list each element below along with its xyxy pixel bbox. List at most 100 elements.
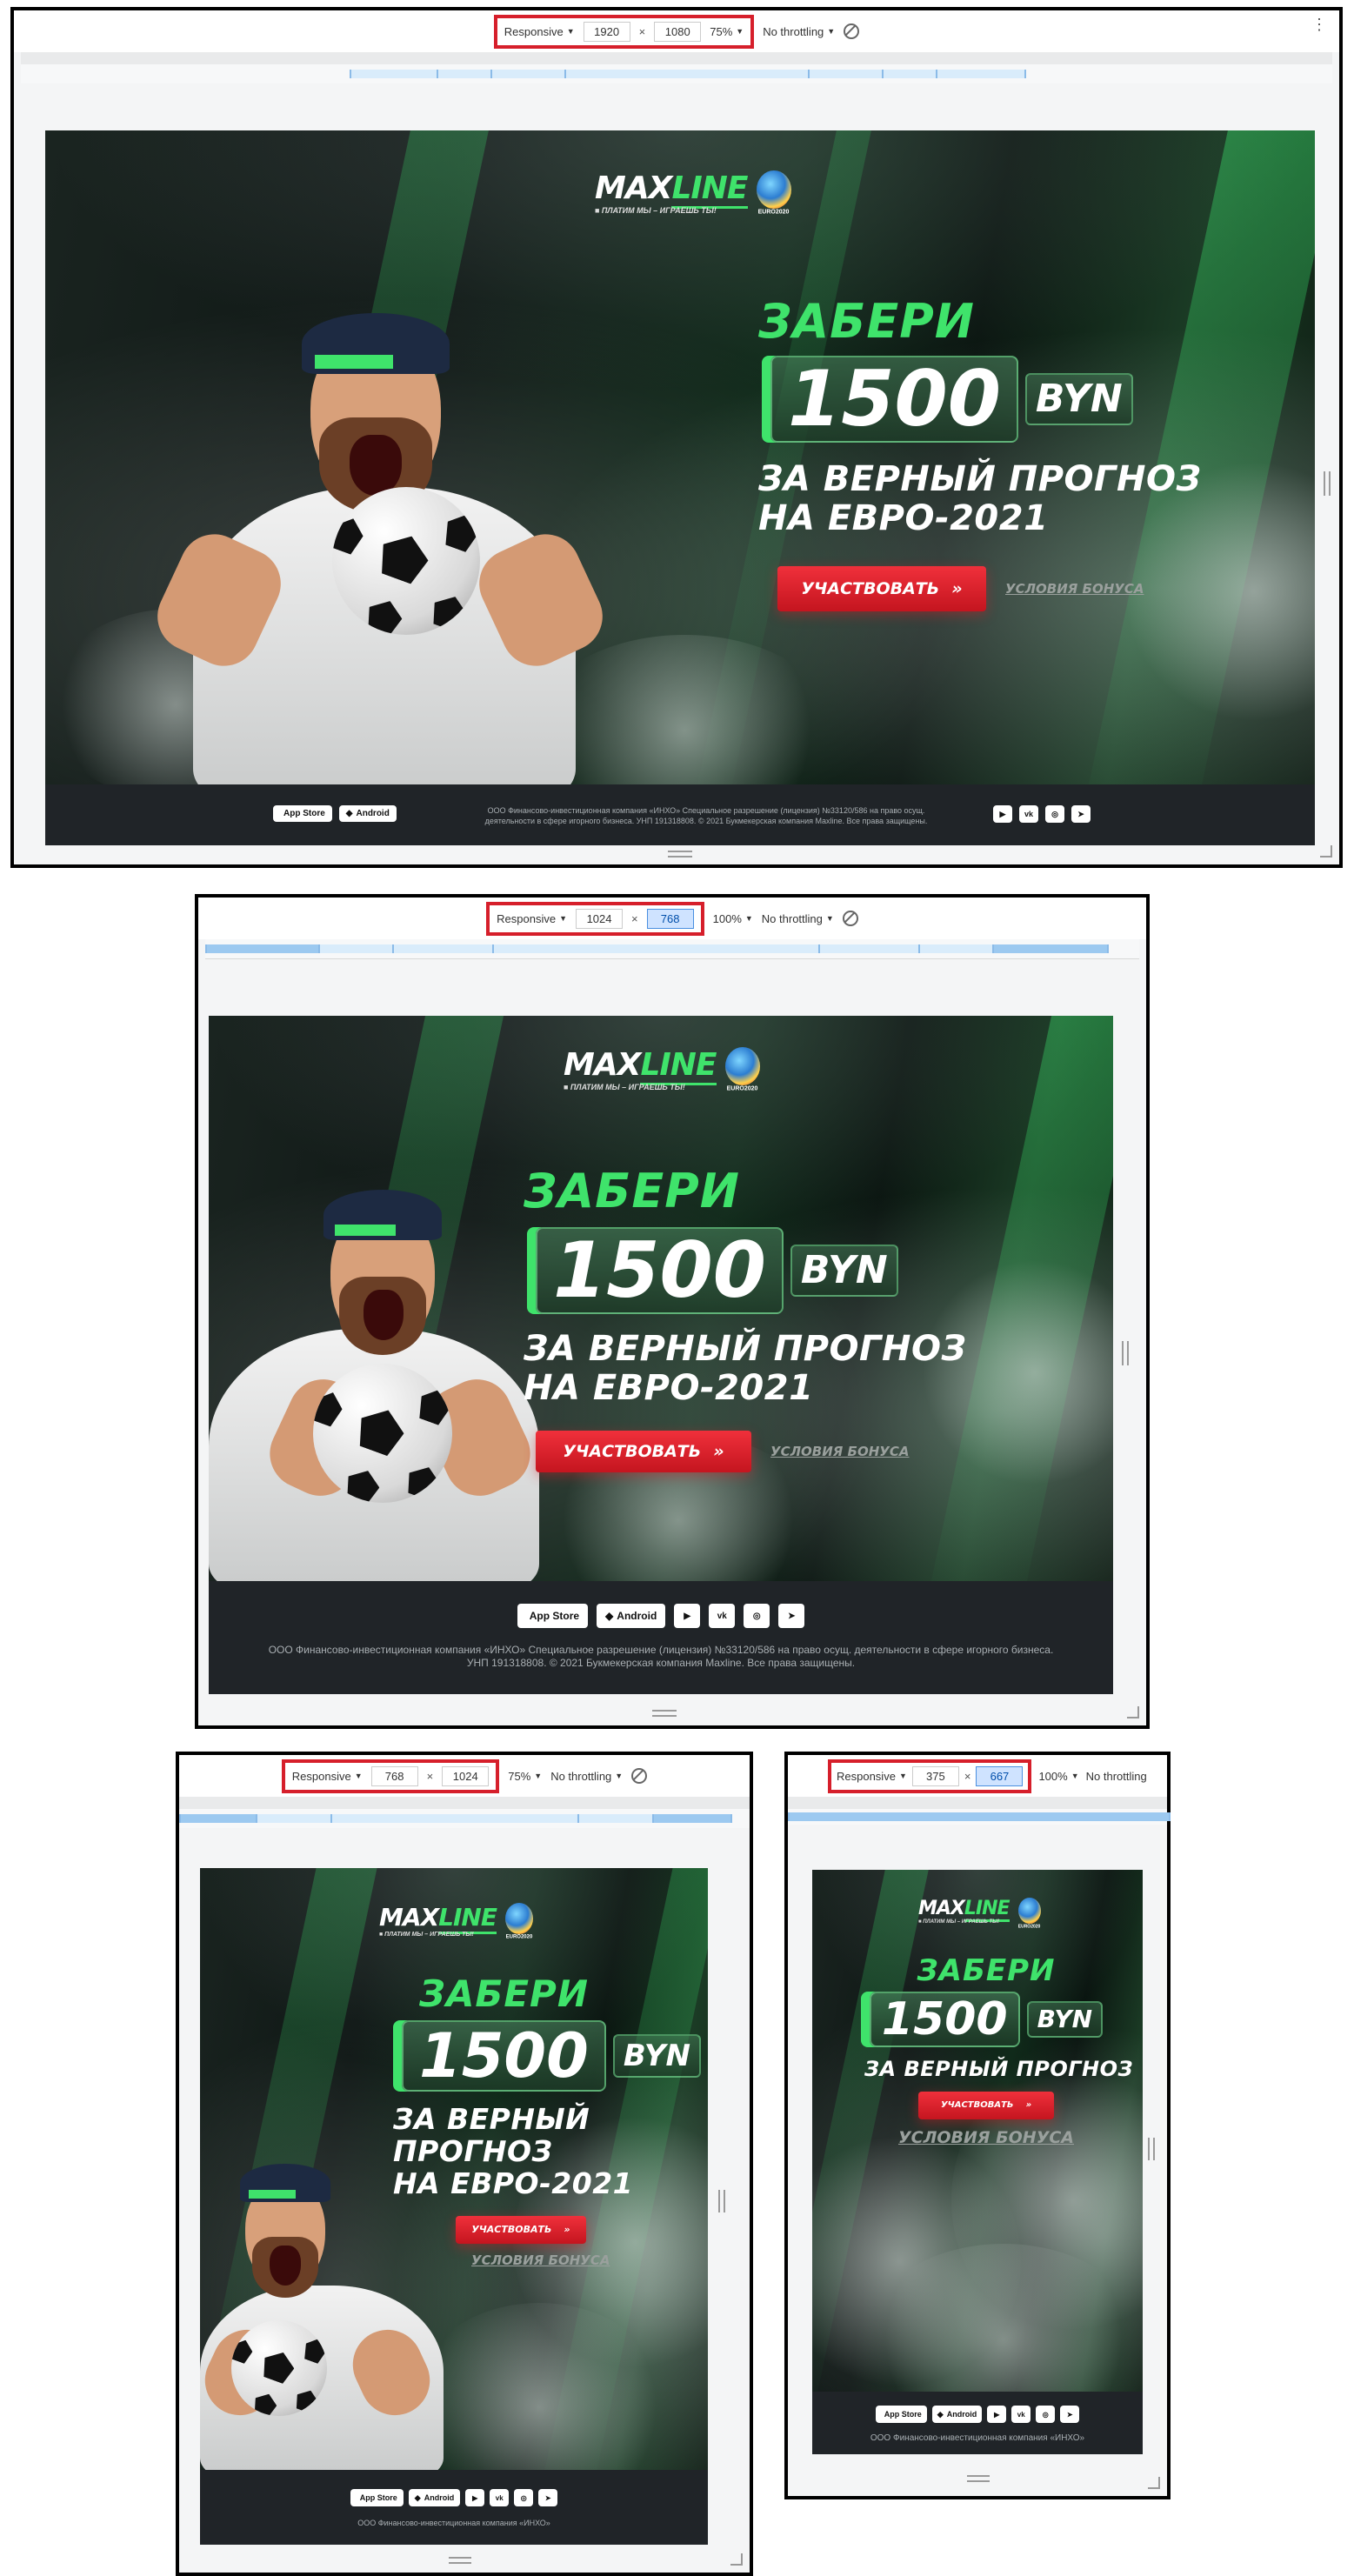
instagram-icon[interactable]: ◎ xyxy=(744,1604,770,1628)
rotate-icon[interactable] xyxy=(631,1768,648,1784)
resize-corner-icon[interactable] xyxy=(1127,1706,1139,1718)
resize-corner-icon[interactable] xyxy=(730,2553,743,2566)
bonus-terms-link[interactable]: УСЛОВИЯ БОНУСА xyxy=(1005,581,1144,597)
vk-icon[interactable]: vk xyxy=(1011,2406,1031,2423)
telegram-icon[interactable]: ➤ xyxy=(1071,805,1091,823)
breakpoint-segment[interactable] xyxy=(256,1814,334,1823)
zoom-dropdown[interactable]: 75% ▼ xyxy=(508,1770,542,1783)
breakpoint-segment[interactable] xyxy=(392,944,496,953)
legal-text-line2: деятельности в сфере игорного бизнеса. У… xyxy=(484,817,928,825)
resize-handle-right[interactable] xyxy=(1324,471,1331,496)
telegram-icon[interactable]: ➤ xyxy=(778,1604,805,1628)
height-input[interactable]: 768 xyxy=(646,908,694,929)
resize-handle-bottom[interactable] xyxy=(652,1710,677,1717)
breakpoint-segment[interactable] xyxy=(936,70,1026,78)
device-mode-dropdown[interactable]: Responsive ▼ xyxy=(292,1770,363,1783)
breakpoint-segment[interactable] xyxy=(577,1814,656,1823)
breakpoint-segment[interactable] xyxy=(179,1814,259,1823)
device-mode-dropdown[interactable]: Responsive ▼ xyxy=(497,912,567,925)
breakpoint-segment[interactable] xyxy=(437,70,494,78)
android-button[interactable]: ◆ Android xyxy=(597,1604,666,1628)
android-button[interactable]: ◆ Android xyxy=(338,805,397,822)
width-input[interactable]: 1920 xyxy=(583,21,630,42)
breakpoint-segment[interactable] xyxy=(318,944,396,953)
android-button[interactable]: ◆ Android xyxy=(408,2489,461,2506)
youtube-icon[interactable]: ▶ xyxy=(987,2406,1007,2423)
participate-button[interactable]: УЧАСТВОВАТЬ » xyxy=(456,2215,586,2244)
throttling-dropdown[interactable]: No throttling ▼ xyxy=(762,912,834,925)
resize-handle-right[interactable] xyxy=(718,2190,725,2212)
throttling-dropdown[interactable]: No throttling xyxy=(1086,1770,1147,1783)
app-store-button[interactable]: App Store xyxy=(273,805,332,822)
resize-handle-right[interactable] xyxy=(1122,1341,1129,1365)
participate-button[interactable]: УЧАСТВОВАТЬ » xyxy=(536,1430,751,1472)
resize-corner-icon[interactable] xyxy=(1320,845,1332,858)
throttling-dropdown[interactable]: No throttling ▼ xyxy=(763,25,835,38)
device-mode-dropdown[interactable]: Responsive ▼ xyxy=(504,25,575,38)
breakpoint-segment[interactable] xyxy=(818,944,922,953)
height-input[interactable]: 1024 xyxy=(442,1765,490,1786)
cta-label: УЧАСТВОВАТЬ xyxy=(563,1441,702,1461)
brand-max: MAX xyxy=(379,1903,439,1932)
width-input[interactable]: 1024 xyxy=(576,908,624,929)
breakpoint-segment[interactable] xyxy=(788,1812,1171,1821)
breakpoint-segment[interactable] xyxy=(918,944,996,953)
vk-icon[interactable]: vk xyxy=(1019,805,1038,823)
breakpoint-segment[interactable] xyxy=(808,70,885,78)
breakpoint-segment[interactable] xyxy=(652,1814,732,1823)
height-input[interactable]: 1080 xyxy=(654,21,702,42)
dropdown-arrow-icon: ▼ xyxy=(534,1772,543,1780)
bonus-terms-link[interactable]: УСЛОВИЯ БОНУСА xyxy=(864,2128,1108,2147)
breakpoint-segment[interactable] xyxy=(490,70,568,78)
amount-row: 1500 BYN xyxy=(536,1227,966,1314)
width-input[interactable]: 375 xyxy=(911,1765,959,1786)
zoom-dropdown[interactable]: 75% ▼ xyxy=(710,25,744,38)
android-label: Android xyxy=(946,2410,977,2419)
throttling-dropdown[interactable]: No throttling ▼ xyxy=(550,1770,623,1783)
device-mode-dropdown[interactable]: Responsive ▼ xyxy=(837,1770,907,1783)
android-button[interactable]: ◆ Android xyxy=(931,2406,983,2423)
resize-handle-bottom[interactable] xyxy=(967,2475,990,2482)
breakpoint-segment[interactable] xyxy=(564,70,811,78)
youtube-icon[interactable]: ▶ xyxy=(993,805,1012,823)
telegram-icon[interactable]: ➤ xyxy=(1060,2406,1080,2423)
breakpoint-segment[interactable] xyxy=(992,944,1109,953)
telegram-icon[interactable]: ➤ xyxy=(538,2489,558,2506)
throttling-label: No throttling xyxy=(1085,1769,1147,1783)
chevron-right-icon: » xyxy=(1025,2100,1032,2111)
zoom-label: 75% xyxy=(710,24,733,38)
breakpoint-segment[interactable] xyxy=(492,944,822,953)
resize-handle-bottom[interactable] xyxy=(668,851,692,858)
app-store-button[interactable]: App Store xyxy=(350,2489,404,2506)
bonus-terms-link[interactable]: УСЛОВИЯ БОНУСА xyxy=(770,1444,909,1459)
breakpoint-segment[interactable] xyxy=(330,1814,581,1823)
euro2020-icon: EURO2020 xyxy=(724,1047,760,1092)
resize-handle-right[interactable] xyxy=(1148,2138,1155,2160)
breakpoint-segment[interactable] xyxy=(205,944,322,953)
breakpoint-segment[interactable] xyxy=(350,70,440,78)
app-store-button[interactable]: App Store xyxy=(875,2406,927,2423)
zoom-dropdown[interactable]: 100% ▼ xyxy=(1038,1770,1078,1783)
rotate-icon[interactable] xyxy=(844,23,860,39)
devtools-frame-tablet-portrait: Responsive ▼ 768 × 1024 75% ▼ No throttlin… xyxy=(176,1752,753,2576)
youtube-icon[interactable]: ▶ xyxy=(465,2489,485,2506)
vk-icon[interactable]: vk xyxy=(490,2489,510,2506)
zoom-dropdown[interactable]: 100% ▼ xyxy=(713,912,753,925)
app-store-button[interactable]: App Store xyxy=(517,1604,589,1628)
more-options-icon[interactable]: ⋮ xyxy=(1311,17,1327,32)
participate-button[interactable]: УЧАСТВОВАТЬ » xyxy=(777,565,986,611)
resize-corner-icon[interactable] xyxy=(1148,2477,1160,2489)
instagram-icon[interactable]: ◎ xyxy=(1045,805,1064,823)
participate-button[interactable]: УЧАСТВОВАТЬ » xyxy=(918,2091,1054,2119)
breakpoint-segment[interactable] xyxy=(882,70,939,78)
instagram-icon[interactable]: ◎ xyxy=(514,2489,534,2506)
height-input[interactable]: 667 xyxy=(976,1765,1024,1786)
resize-handle-bottom[interactable] xyxy=(449,2557,471,2564)
vk-icon[interactable]: vk xyxy=(709,1604,736,1628)
devtools-frame-desktop: Responsive ▼ 1920 × 1080 75% ▼ No throttli… xyxy=(10,7,1343,868)
instagram-icon[interactable]: ◎ xyxy=(1036,2406,1056,2423)
rotate-icon[interactable] xyxy=(842,911,858,926)
youtube-icon[interactable]: ▶ xyxy=(674,1604,701,1628)
width-input[interactable]: 768 xyxy=(370,1765,418,1786)
bonus-terms-link[interactable]: УСЛОВИЯ БОНУСА xyxy=(471,2252,708,2268)
